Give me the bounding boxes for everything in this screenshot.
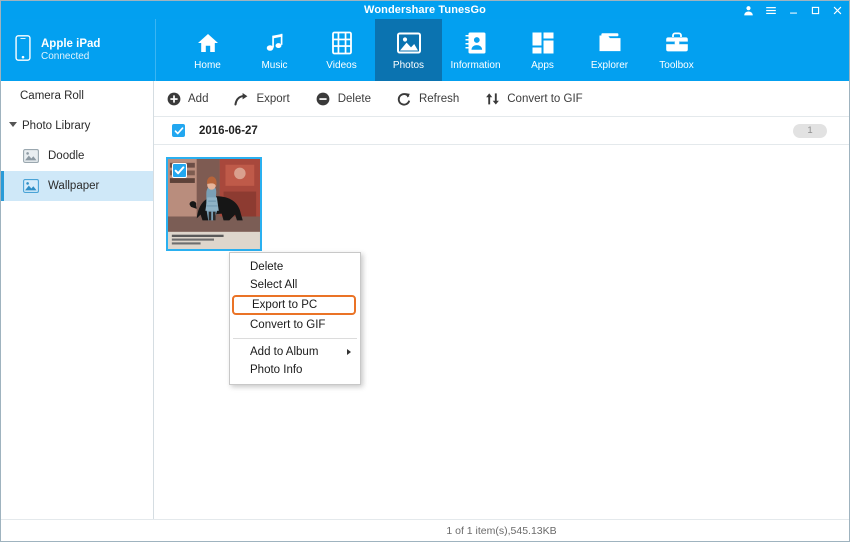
device-name: Apple iPad <box>41 37 100 51</box>
photo-select-checkbox[interactable] <box>172 163 187 178</box>
plus-circle-icon <box>166 91 181 106</box>
picture-icon <box>23 149 39 163</box>
tab-apps[interactable]: Apps <box>509 19 576 81</box>
context-menu-item-photo-info[interactable]: Photo Info <box>230 361 360 379</box>
refresh-button[interactable]: Refresh <box>397 91 459 106</box>
tab-label: Information <box>450 60 500 71</box>
button-label: Add <box>188 93 208 105</box>
sidebar-item-label: Wallpaper <box>48 180 99 192</box>
context-menu-item-add-to-album[interactable]: Add to Album <box>230 343 360 361</box>
delete-button[interactable]: Delete <box>316 91 371 106</box>
toolbox-icon <box>665 30 689 56</box>
context-menu-separator <box>233 338 357 339</box>
sidebar-item-label: Camera Roll <box>20 90 84 102</box>
export-arrow-icon <box>234 91 249 106</box>
tab-photos[interactable]: Photos <box>375 19 442 81</box>
context-menu-label: Select All <box>250 279 297 291</box>
group-checkbox[interactable] <box>172 124 185 137</box>
minus-circle-icon <box>316 91 331 106</box>
context-menu-label: Delete <box>250 261 283 273</box>
sidebar-item-camera-roll[interactable]: Camera Roll <box>1 81 153 111</box>
caret-down-icon[interactable] <box>9 122 17 130</box>
add-button[interactable]: Add <box>166 91 208 106</box>
export-button[interactable]: Export <box>234 91 289 106</box>
tab-explorer[interactable]: Explorer <box>576 19 643 81</box>
home-icon <box>196 30 220 56</box>
account-icon[interactable] <box>743 5 754 16</box>
application-window: Wondershare TunesGo <box>0 0 850 542</box>
tab-music[interactable]: Music <box>241 19 308 81</box>
tab-label: Music <box>261 60 287 71</box>
tab-home[interactable]: Home <box>174 19 241 81</box>
tab-label: Toolbox <box>659 60 693 71</box>
photo-thumbnail[interactable] <box>166 157 262 251</box>
sidebar-item-doodle[interactable]: Doodle <box>1 141 153 171</box>
context-menu-item-select-all[interactable]: Select All <box>230 276 360 294</box>
photo-icon <box>397 30 421 56</box>
sidebar: Camera Roll Photo Library Doodle Wallpap… <box>1 81 154 541</box>
picture-icon <box>23 179 39 193</box>
music-note-icon <box>264 30 286 56</box>
tab-label: Explorer <box>591 60 628 71</box>
tab-label: Apps <box>531 60 554 71</box>
content-area: Add Export Delete Refresh <box>154 81 849 541</box>
app-title: Wondershare TunesGo <box>364 4 486 16</box>
context-menu-label: Convert to GIF <box>250 319 325 331</box>
convert-swap-icon <box>485 91 500 106</box>
context-menu-label: Export to PC <box>252 299 317 311</box>
convert-to-gif-button[interactable]: Convert to GIF <box>485 91 582 106</box>
title-bar: Wondershare TunesGo <box>1 1 849 19</box>
context-menu-item-convert-to-gif[interactable]: Convert to GIF <box>230 316 360 334</box>
close-button[interactable] <box>832 5 843 16</box>
contacts-icon <box>465 30 487 56</box>
sidebar-item-photo-library[interactable]: Photo Library <box>1 111 153 141</box>
apps-grid-icon <box>532 30 554 56</box>
photo-group-header: 2016-06-27 1 <box>154 117 849 145</box>
menu-icon[interactable] <box>765 5 777 16</box>
tab-label: Photos <box>393 60 424 71</box>
tab-toolbox[interactable]: Toolbox <box>643 19 710 81</box>
sidebar-footer <box>1 519 154 541</box>
chevron-right-icon <box>347 349 351 355</box>
context-menu-item-delete[interactable]: Delete <box>230 258 360 276</box>
folder-icon <box>598 30 622 56</box>
button-label: Delete <box>338 93 371 105</box>
photo-group-date: 2016-06-27 <box>199 125 258 137</box>
refresh-icon <box>397 91 412 106</box>
button-label: Convert to GIF <box>507 93 582 105</box>
content-toolbar: Add Export Delete Refresh <box>154 81 849 117</box>
navigation-bar: Apple iPad Connected Home Music <box>1 19 849 81</box>
status-bar: 1 of 1 item(s),545.13KB <box>154 519 849 541</box>
status-text: 1 of 1 item(s),545.13KB <box>446 525 556 537</box>
device-status: Connected <box>41 51 100 64</box>
window-controls <box>743 1 843 19</box>
main-tabs: Home Music Videos Photos <box>174 19 710 81</box>
sidebar-item-label: Doodle <box>48 150 84 162</box>
maximize-button[interactable] <box>810 5 821 16</box>
phone-icon <box>15 35 31 66</box>
context-menu: Delete Select All Export to PC Convert t… <box>229 252 361 385</box>
tab-label: Home <box>194 60 221 71</box>
context-menu-label: Photo Info <box>250 364 302 376</box>
sidebar-item-wallpaper[interactable]: Wallpaper <box>1 171 153 201</box>
sidebar-item-label: Photo Library <box>22 120 90 132</box>
photo-group-count: 1 <box>793 124 827 138</box>
film-icon <box>332 30 352 56</box>
tab-information[interactable]: Information <box>442 19 509 81</box>
button-label: Refresh <box>419 93 459 105</box>
context-menu-label: Add to Album <box>250 346 318 358</box>
tab-label: Videos <box>326 60 356 71</box>
minimize-button[interactable] <box>788 5 799 16</box>
photo-grid: Delete Select All Export to PC Convert t… <box>154 145 849 251</box>
context-menu-item-export-to-pc[interactable]: Export to PC <box>232 295 356 315</box>
button-label: Export <box>256 93 289 105</box>
tab-videos[interactable]: Videos <box>308 19 375 81</box>
connected-device[interactable]: Apple iPad Connected <box>1 19 156 81</box>
